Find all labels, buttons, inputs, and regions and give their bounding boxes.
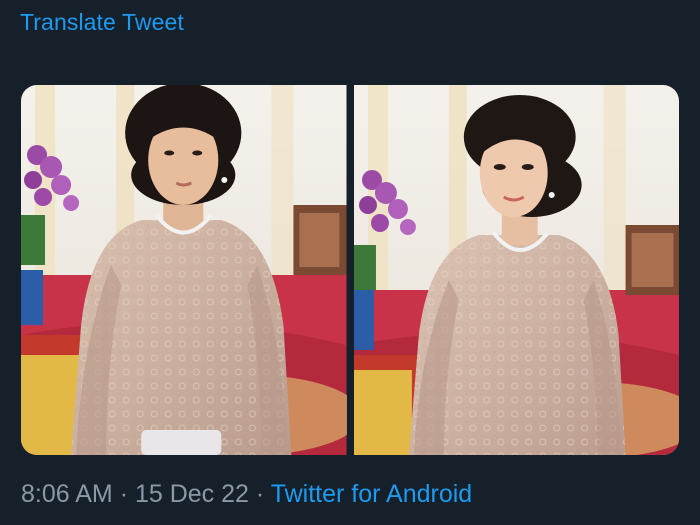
meta-separator: · <box>119 480 129 508</box>
translate-tweet-link[interactable]: Translate Tweet <box>20 9 184 36</box>
tweet-date[interactable]: 15 Dec 22 <box>135 480 249 508</box>
meta-separator: · <box>255 480 265 508</box>
tweet-meta: 8:06 AM · 15 Dec 22 · Twitter for Androi… <box>21 480 472 509</box>
tweet-detail-screen: Translate Tweet 8:06 AM · 15 Dec 22 · Tw… <box>0 0 700 525</box>
tweet-source-link[interactable]: Twitter for Android <box>271 480 472 508</box>
tweet-photo-right[interactable] <box>353 85 679 455</box>
tweet-photo-left[interactable] <box>21 85 347 455</box>
photo-left-image <box>21 85 347 455</box>
tweet-media-grid <box>21 85 679 455</box>
photo-right-image <box>353 85 679 455</box>
tweet-time[interactable]: 8:06 AM <box>21 480 113 508</box>
